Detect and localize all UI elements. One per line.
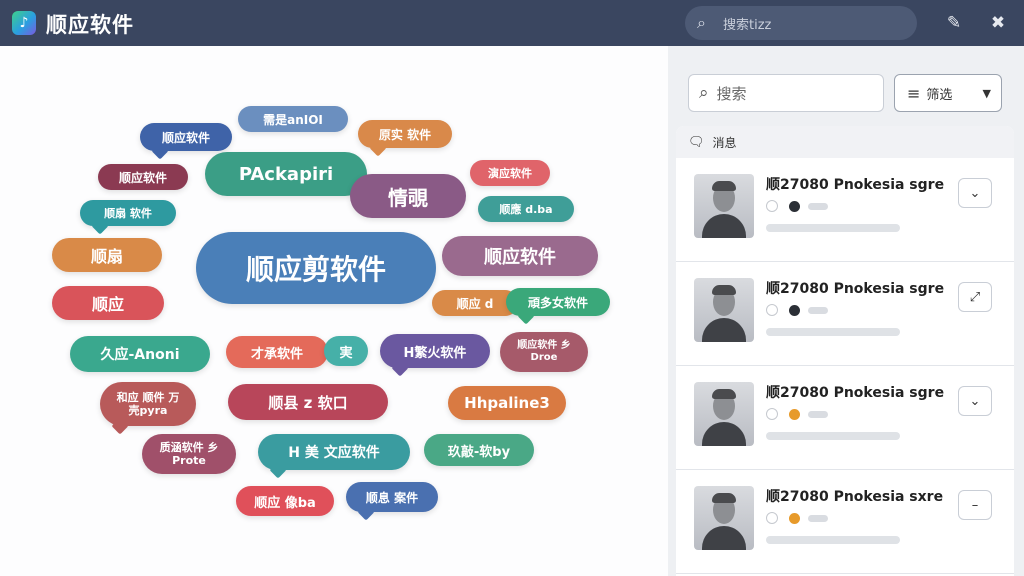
word-bubble[interactable]: 顺应剪软件 bbox=[196, 232, 436, 304]
word-bubble[interactable]: 顺应 bbox=[52, 286, 164, 320]
word-bubble[interactable]: 顺应软件 bbox=[442, 236, 598, 276]
word-bubble[interactable]: 頑多女软件 bbox=[506, 288, 610, 316]
list-item[interactable]: 顺27080 Pnokesia sgre ⌄ bbox=[676, 366, 1014, 470]
contacts-panel: ⌕ 搜索 ≡ 筛选 ▼ 🗨 消息 顺27080 Pnokesia sgre ⌄ … bbox=[668, 46, 1024, 576]
status-pill bbox=[808, 307, 828, 314]
status-dot-icon bbox=[789, 305, 800, 316]
word-bubble[interactable]: PAckapiri bbox=[205, 152, 367, 196]
panel-search-input[interactable]: ⌕ 搜索 bbox=[688, 74, 884, 112]
word-bubble[interactable]: 顺县 z 软口 bbox=[228, 384, 388, 420]
word-bubble[interactable]: 顺扇 软件 bbox=[80, 200, 176, 226]
word-bubble[interactable]: 质涵软件 乡 Prote bbox=[142, 434, 236, 474]
word-bubble[interactable]: 実 bbox=[324, 336, 368, 366]
word-bubble[interactable]: 玖敲-软by bbox=[424, 434, 534, 466]
close-icon[interactable]: ✖ bbox=[986, 11, 1010, 35]
word-bubble[interactable]: 原实 软件 bbox=[358, 120, 452, 148]
panel-search-placeholder: 搜索 bbox=[716, 84, 747, 103]
filter-dropdown[interactable]: ≡ 筛选 ▼ bbox=[894, 74, 1002, 112]
list-header: 🗨 消息 bbox=[676, 126, 1014, 158]
title-bar: ♪ 顺应软件 ⌕ 搜索tizz ✎ ✖ bbox=[0, 0, 1024, 46]
status-pill bbox=[808, 203, 828, 210]
status-ring-icon bbox=[766, 200, 778, 212]
placeholder-bar bbox=[766, 432, 900, 440]
word-bubble[interactable]: 顺应软件 乡 Droe bbox=[500, 332, 588, 372]
contact-name: 顺27080 Pnokesia sgre bbox=[766, 385, 945, 401]
word-bubble[interactable]: Hhpaline3 bbox=[448, 386, 566, 420]
menu-icon: ≡ bbox=[907, 83, 921, 103]
word-bubble[interactable]: 才承软件 bbox=[226, 336, 328, 368]
placeholder-bar bbox=[766, 536, 900, 544]
message-icon: 🗨 bbox=[688, 134, 705, 150]
status-dot-icon bbox=[789, 513, 800, 524]
word-bubble[interactable]: H繁火软件 bbox=[380, 334, 490, 368]
edit-icon[interactable]: ✎ bbox=[942, 11, 966, 35]
list-item[interactable]: 顺27080 Pnokesia sxre – bbox=[676, 470, 1014, 574]
avatar bbox=[694, 278, 754, 342]
word-bubble[interactable]: 和应 顺件 万壳pyra bbox=[100, 382, 196, 426]
contact-name: 顺27080 Pnokesia sgre bbox=[766, 177, 945, 193]
placeholder-bar bbox=[766, 328, 900, 336]
status-ring-icon bbox=[766, 512, 778, 524]
word-bubble[interactable]: 顺应软件 bbox=[98, 164, 188, 190]
avatar bbox=[694, 486, 754, 550]
word-bubble[interactable]: 久应-Anoni bbox=[70, 336, 210, 372]
avatar bbox=[694, 382, 754, 446]
word-bubble[interactable]: 顺扇 bbox=[52, 238, 162, 272]
top-search-placeholder: 搜索tizz bbox=[723, 17, 772, 33]
list-item[interactable]: 顺27080 Pnokesia sgre ⤢ bbox=[676, 262, 1014, 366]
search-icon: ⌕ bbox=[699, 83, 709, 103]
word-bubble[interactable]: 演应软件 bbox=[470, 160, 550, 186]
status-dot-icon bbox=[789, 409, 800, 420]
chevron-down-icon[interactable]: ⌄ bbox=[958, 386, 992, 416]
word-bubble[interactable]: 顺应 像ba bbox=[236, 486, 334, 516]
avatar bbox=[694, 174, 754, 238]
status-ring-icon bbox=[766, 304, 778, 316]
status-ring-icon bbox=[766, 408, 778, 420]
word-bubble[interactable]: 顺应软件 bbox=[140, 123, 232, 151]
list-item[interactable]: 顺27080 Pnokesia sgre ⌄ bbox=[676, 158, 1014, 262]
search-icon: ⌕ bbox=[697, 13, 706, 32]
word-bubble[interactable]: 顺應 d.ba bbox=[478, 196, 574, 222]
word-bubble[interactable]: 顺息 案件 bbox=[346, 482, 438, 512]
status-pill bbox=[808, 515, 828, 522]
word-bubble[interactable]: 情覗 bbox=[350, 174, 466, 218]
caret-down-icon: ▼ bbox=[982, 86, 991, 100]
placeholder-bar bbox=[766, 224, 900, 232]
message-list: 🗨 消息 顺27080 Pnokesia sgre ⌄ 顺27080 Pnoke… bbox=[676, 126, 1014, 576]
word-bubble[interactable]: 需是anIOI bbox=[238, 106, 348, 132]
expand-icon[interactable]: ⤢ bbox=[958, 282, 992, 312]
status-pill bbox=[808, 411, 828, 418]
word-bubble[interactable]: H 美 文应软件 bbox=[258, 434, 410, 470]
contact-name: 顺27080 Pnokesia sxre bbox=[766, 489, 944, 505]
filter-label: 筛选 bbox=[926, 87, 953, 103]
word-cloud-canvas: 顺应软件 需是anIOI 原实 软件 顺应软件 PAckapiri 情覗 演应软… bbox=[0, 46, 668, 576]
contact-name: 顺27080 Pnokesia sgre bbox=[766, 281, 945, 297]
chevron-down-icon[interactable]: ⌄ bbox=[958, 178, 992, 208]
top-search-input[interactable]: ⌕ 搜索tizz bbox=[685, 6, 917, 40]
list-header-label: 消息 bbox=[712, 135, 737, 150]
status-dot-icon bbox=[789, 201, 800, 212]
minus-icon[interactable]: – bbox=[958, 490, 992, 520]
app-logo-icon: ♪ bbox=[12, 11, 36, 35]
app-title: 顺应软件 bbox=[46, 13, 134, 37]
